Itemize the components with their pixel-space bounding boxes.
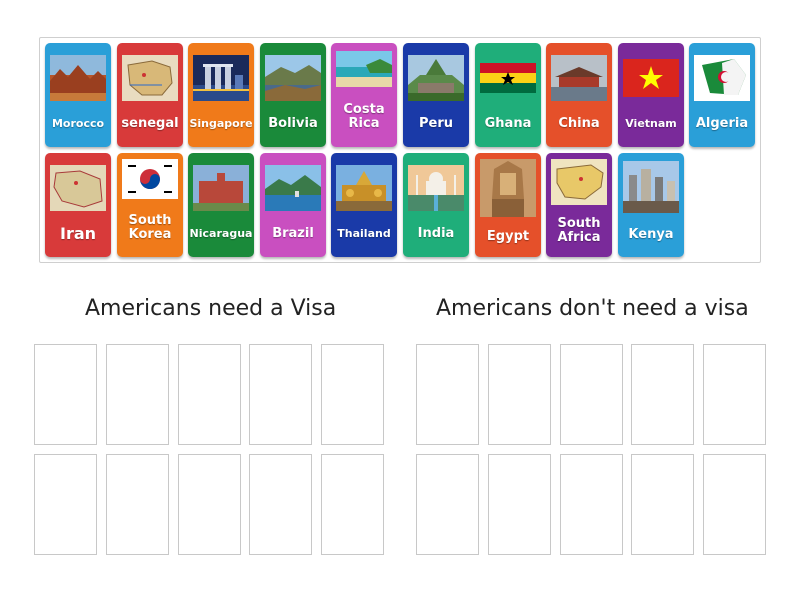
card-label: South Africa xyxy=(557,216,601,245)
drop-slot[interactable] xyxy=(178,454,241,555)
drop-slot[interactable] xyxy=(488,454,551,555)
drop-slot[interactable] xyxy=(703,344,766,445)
card-label: South Korea xyxy=(128,213,172,242)
drop-slot[interactable] xyxy=(631,454,694,555)
group-heading-need-visa: Americans need a Visa xyxy=(85,296,337,321)
drop-slot[interactable] xyxy=(560,344,623,445)
city-skyline-photo-icon xyxy=(193,55,249,101)
drop-slot[interactable] xyxy=(703,454,766,555)
card-label: senegal xyxy=(121,116,179,132)
card-brazil[interactable]: Brazil xyxy=(260,153,326,257)
drop-slot[interactable] xyxy=(560,454,623,555)
card-label: Brazil xyxy=(272,226,314,242)
building-photo-icon xyxy=(193,165,249,211)
landscape-photo-icon xyxy=(265,55,321,101)
map-icon xyxy=(122,55,178,101)
card-bolivia[interactable]: Bolivia xyxy=(260,43,326,147)
card-china[interactable]: China xyxy=(546,43,612,147)
card-algeria[interactable]: Algeria xyxy=(689,43,755,147)
card-morocco[interactable]: Morocco xyxy=(45,43,111,147)
card-label: Costa Rica xyxy=(343,102,385,131)
drop-slot[interactable] xyxy=(416,454,479,555)
city-coast-photo-icon xyxy=(265,165,321,211)
algeria-flag-icon xyxy=(694,55,750,101)
taj-mahal-photo-icon xyxy=(408,165,464,211)
card-nicaragua[interactable]: Nicaragua xyxy=(188,153,254,257)
drop-slot[interactable] xyxy=(321,454,384,555)
map-icon xyxy=(50,165,106,211)
card-label: Thailand xyxy=(337,227,391,241)
card-senegal[interactable]: senegal xyxy=(117,43,183,147)
drop-slot[interactable] xyxy=(249,454,312,555)
card-vietnam[interactable]: Vietnam xyxy=(618,43,684,147)
card-label: Ghana xyxy=(484,116,532,132)
card-label: Algeria xyxy=(695,116,749,132)
card-label: Bolivia xyxy=(268,116,318,132)
card-label: Iran xyxy=(59,223,97,243)
card-egypt[interactable]: Egypt xyxy=(475,153,541,257)
card-singapore[interactable]: Singapore xyxy=(188,43,254,147)
drop-slot[interactable] xyxy=(178,344,241,445)
card-label: Vietnam xyxy=(625,117,677,131)
south-korea-flag-icon xyxy=(122,159,178,199)
drop-slot[interactable] xyxy=(106,454,169,555)
drop-slot[interactable] xyxy=(249,344,312,445)
card-kenya[interactable]: Kenya xyxy=(618,153,684,257)
pharaoh-statue-photo-icon xyxy=(480,159,536,217)
drop-slot[interactable] xyxy=(416,344,479,445)
drop-slot[interactable] xyxy=(34,454,97,555)
card-india[interactable]: India xyxy=(403,153,469,257)
vietnam-flag-icon xyxy=(623,55,679,101)
card-label: Kenya xyxy=(628,227,674,243)
card-south-africa[interactable]: South Africa xyxy=(546,153,612,257)
drop-slot[interactable] xyxy=(488,344,551,445)
card-ghana[interactable]: Ghana xyxy=(475,43,541,147)
card-label: Singapore xyxy=(189,117,253,131)
card-label: Peru xyxy=(418,116,453,132)
card-iran[interactable]: Iran xyxy=(45,153,111,257)
card-label: Morocco xyxy=(51,117,105,131)
card-label: Egypt xyxy=(486,229,530,245)
map-icon xyxy=(551,159,607,205)
card-costa-rica[interactable]: Costa Rica xyxy=(331,43,397,147)
card-south-korea[interactable]: South Korea xyxy=(117,153,183,257)
card-peru[interactable]: Peru xyxy=(403,43,469,147)
landscape-photo-icon xyxy=(50,55,106,101)
group-heading-no-visa: Americans don't need a visa xyxy=(436,296,749,321)
drop-slot[interactable] xyxy=(631,344,694,445)
ghana-flag-icon xyxy=(480,55,536,101)
mountain-ruins-photo-icon xyxy=(408,55,464,101)
drop-slot[interactable] xyxy=(106,344,169,445)
drop-slot[interactable] xyxy=(321,344,384,445)
card-label: India xyxy=(417,226,455,242)
drop-slot[interactable] xyxy=(34,344,97,445)
city-photo-icon xyxy=(623,161,679,213)
palace-photo-icon xyxy=(551,55,607,101)
card-thailand[interactable]: Thailand xyxy=(331,153,397,257)
card-label: Nicaragua xyxy=(189,227,253,241)
temple-statues-photo-icon xyxy=(336,165,392,211)
card-label: China xyxy=(558,116,600,132)
beach-photo-icon xyxy=(336,51,392,87)
